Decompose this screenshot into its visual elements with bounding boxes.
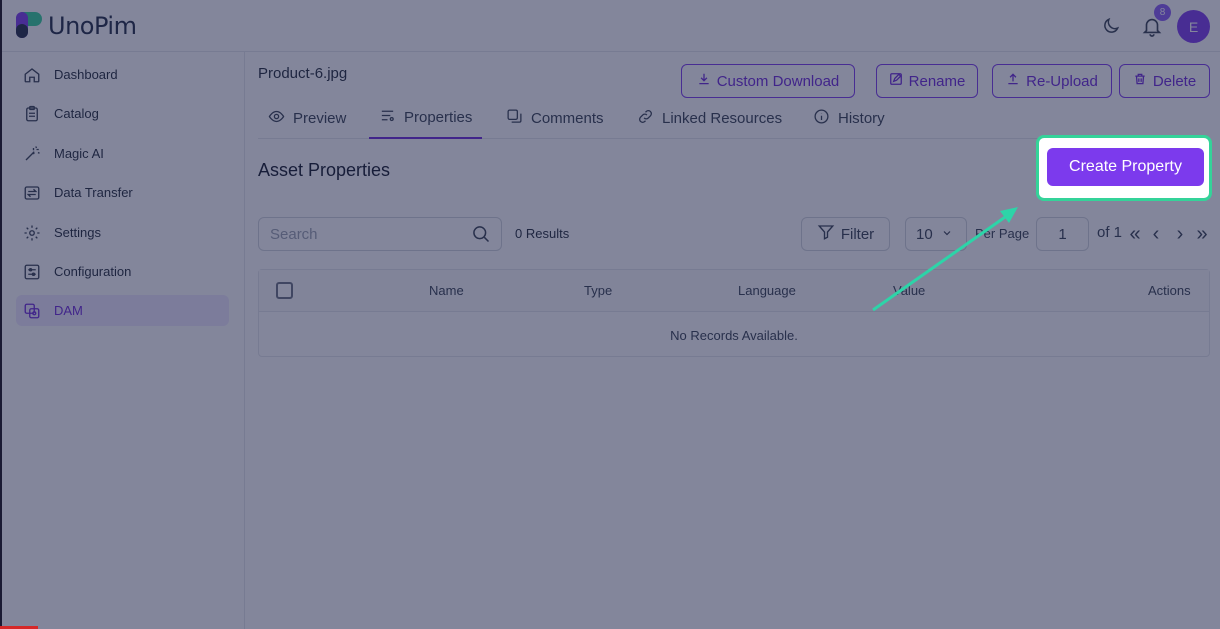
tab-label: Comments [531, 110, 604, 127]
per-page-value: 10 [916, 225, 933, 243]
filter-label: Filter [840, 225, 875, 243]
empty-state: No Records Available. [670, 327, 798, 343]
select-all-checkbox[interactable] [276, 282, 293, 299]
gear-icon [22, 223, 42, 243]
sliders-icon [22, 262, 42, 282]
unopim-logo-icon [16, 12, 44, 40]
dam-icon [22, 301, 42, 321]
sidebar-item-configuration[interactable]: Configuration [16, 256, 229, 287]
clipboard-icon [22, 104, 42, 124]
data-transfer-icon [22, 183, 42, 203]
custom-download-button[interactable]: Custom Download [681, 64, 855, 98]
link-icon [637, 108, 654, 129]
column-header-type[interactable]: Type [584, 283, 612, 298]
moon-icon[interactable] [1099, 14, 1123, 38]
sidebar-item-label: Catalog [54, 106, 99, 121]
properties-table: Name Type Language Value Actions No Reco… [258, 269, 1210, 357]
create-property-highlight: Create Property [1036, 135, 1212, 201]
tab-label: Preview [293, 110, 347, 127]
search-box[interactable] [258, 217, 502, 251]
prev-page-icon[interactable]: ‹ [1148, 224, 1164, 244]
create-property-button[interactable]: Create Property [1047, 148, 1204, 186]
magic-wand-icon [22, 144, 42, 164]
reupload-label: Re-Upload [1026, 72, 1098, 90]
tab-preview[interactable]: Preview [258, 98, 356, 139]
eye-icon [268, 108, 285, 129]
tab-linked-resources[interactable]: Linked Resources [627, 98, 792, 139]
column-header-actions: Actions [1148, 283, 1191, 298]
column-header-language[interactable]: Language [738, 283, 796, 298]
sidebar-item-label: Settings [54, 225, 101, 240]
sidebar-item-dashboard[interactable]: Dashboard [16, 59, 229, 90]
tab-history[interactable]: History [803, 98, 895, 139]
per-page-label: Per Page [975, 226, 1030, 241]
sidebar-item-data-transfer[interactable]: Data Transfer [16, 177, 229, 208]
download-icon [697, 72, 711, 90]
search-icon[interactable] [471, 224, 491, 249]
sidebar-item-catalog[interactable]: Catalog [16, 98, 229, 129]
asset-tabs: Preview Properties Comments Linked Resou… [258, 98, 1210, 139]
sidebar-item-label: Magic AI [54, 146, 104, 161]
app-name: UnoPim [48, 12, 137, 40]
window-edge [0, 0, 2, 629]
home-icon [22, 65, 42, 85]
avatar[interactable]: E [1177, 10, 1210, 43]
sidebar-item-label: Configuration [54, 264, 132, 279]
tab-label: Linked Resources [662, 110, 783, 127]
delete-label: Delete [1152, 72, 1197, 90]
sidebar-item-settings[interactable]: Settings [16, 217, 229, 248]
sidebar: Dashboard Catalog Magic AI Data Transfer… [0, 52, 245, 629]
column-header-value[interactable]: Value [893, 283, 925, 298]
results-count: 0 Results [515, 226, 570, 241]
next-page-icon[interactable]: › [1172, 224, 1188, 244]
first-page-icon[interactable]: « [1127, 224, 1143, 244]
comments-icon [506, 108, 523, 129]
page-title: Asset Properties [258, 160, 391, 180]
table-header: Name Type Language Value Actions [259, 270, 1209, 312]
sidebar-item-dam[interactable]: DAM [16, 295, 229, 326]
delete-button[interactable]: Delete [1119, 64, 1210, 98]
trash-icon [1133, 72, 1147, 90]
tab-label: History [838, 110, 885, 127]
tab-label: Properties [404, 109, 473, 126]
edit-icon [889, 72, 903, 90]
logo[interactable]: UnoPim [16, 12, 137, 40]
upload-icon [1006, 72, 1020, 90]
main-content: Product-6.jpg Custom Download Rename Re-… [245, 52, 1220, 629]
filter-button[interactable]: Filter [801, 217, 890, 251]
sidebar-item-label: Dashboard [54, 67, 118, 82]
sidebar-item-label: DAM [54, 303, 83, 318]
info-icon [813, 108, 830, 129]
asset-file-name: Product-6.jpg [258, 65, 348, 82]
sidebar-item-magic-ai[interactable]: Magic AI [16, 138, 229, 169]
page-number-input[interactable] [1036, 217, 1089, 251]
filter-icon [817, 223, 835, 245]
properties-icon [379, 107, 396, 128]
tab-comments[interactable]: Comments [496, 98, 614, 139]
chevron-down-icon [941, 226, 953, 243]
notification-badge: 8 [1154, 4, 1171, 21]
rename-button[interactable]: Rename [876, 64, 978, 98]
last-page-icon[interactable]: » [1194, 224, 1210, 244]
app: UnoPim 8 E Dashboard Catalog Magic AI Da… [0, 0, 1220, 629]
column-header-name[interactable]: Name [429, 283, 464, 298]
search-input[interactable] [259, 218, 469, 250]
custom-download-label: Custom Download [716, 72, 840, 90]
page-total-label: of 1 [1097, 224, 1123, 241]
sidebar-item-label: Data Transfer [54, 185, 133, 200]
reupload-button[interactable]: Re-Upload [992, 64, 1112, 98]
tab-properties[interactable]: Properties [369, 98, 483, 139]
rename-label: Rename [908, 72, 966, 90]
top-header: UnoPim 8 E [0, 0, 1220, 52]
per-page-select[interactable]: 10 [905, 217, 967, 251]
